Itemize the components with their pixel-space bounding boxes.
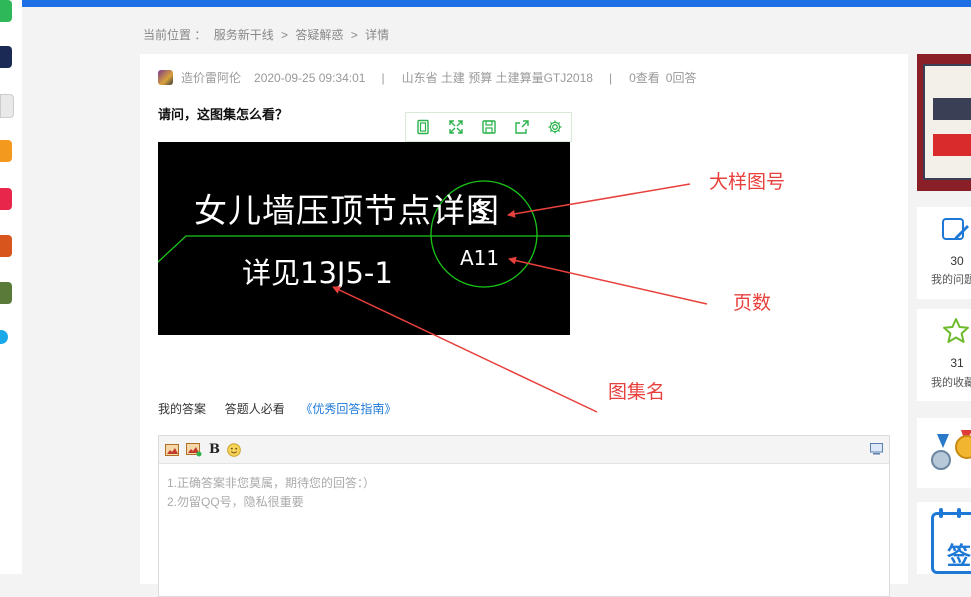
- annotation-page-number: 页数: [733, 293, 772, 314]
- answer-count: 0回答: [665, 71, 697, 85]
- editor-toolbar: B: [159, 436, 889, 464]
- emoji-icon[interactable]: [227, 442, 241, 457]
- cad-text-title: 女儿墙压顶节点详图: [194, 191, 500, 230]
- placeholder-line-1: 1.正确答案非您莫属，期待您的回答：）: [167, 476, 376, 490]
- my-questions-panel[interactable]: 30 我的问题: [917, 207, 971, 299]
- breadcrumb-prefix: 当前位置 ：: [143, 28, 207, 42]
- app-shortcut-2[interactable]: [0, 46, 12, 68]
- author-name[interactable]: 造价雷阿伦: [181, 69, 241, 86]
- medal-icon: [929, 430, 971, 481]
- cad-drawing-image[interactable]: 女儿墙压顶节点详图 详见13J5-1 5 A11: [158, 142, 570, 335]
- breadcrumb-item-service[interactable]: 服务新干线: [214, 28, 274, 42]
- breadcrumb-separator: >: [350, 28, 358, 42]
- sign-in-panel[interactable]: 签: [917, 502, 971, 574]
- meta-divider: |: [608, 70, 613, 85]
- copy-icon[interactable]: [406, 113, 439, 141]
- top-accent-bar: [0, 0, 971, 7]
- breadcrumb-item-detail: 详情: [365, 28, 390, 42]
- app-shortcut-5[interactable]: [0, 188, 12, 210]
- settings-icon[interactable]: [538, 113, 571, 141]
- left-app-strip: [0, 0, 22, 574]
- my-favorites-count: 31: [950, 356, 964, 370]
- question-card: 造价雷阿伦 2020-09-25 09:34:01 | 山东省 土建 预算 土建…: [140, 54, 908, 597]
- my-answer-label: 我的答案: [158, 402, 207, 416]
- insert-image-icon[interactable]: [165, 443, 179, 456]
- edit-icon: [941, 217, 971, 248]
- breadcrumb-separator: >: [281, 28, 289, 42]
- app-shortcut-7[interactable]: [0, 282, 12, 304]
- question-tags: 山东省 土建 预算 土建算量GTJ2018: [401, 71, 593, 85]
- my-favorites-panel[interactable]: 31 我的收藏: [917, 309, 971, 401]
- breadcrumb: 当前位置 ： 服务新干线 > 答疑解惑 > 详情: [143, 26, 393, 43]
- placeholder-line-2: 2.勿留QQ号，隐私很重要: [167, 495, 304, 509]
- sign-in-char: 签: [947, 543, 971, 570]
- insert-picture-icon[interactable]: [186, 442, 202, 457]
- image-toolbar: [405, 112, 572, 142]
- cad-text-page-number: A11: [460, 246, 500, 270]
- cad-text-reference: 详见13J5-1: [242, 256, 393, 290]
- share-icon[interactable]: [505, 113, 538, 141]
- meta-divider: |: [381, 70, 385, 85]
- annotation-atlas-name: 图集名: [608, 382, 666, 403]
- question-meta: 造价雷阿伦 2020-09-25 09:34:01 | 山东省 土建 预算 土建…: [158, 69, 696, 86]
- question-title: 请问，这图集怎么看？: [158, 107, 289, 122]
- app-shortcut-3[interactable]: [0, 94, 14, 118]
- my-questions-label: 我的问题: [931, 274, 971, 286]
- fullscreen-icon[interactable]: [439, 113, 472, 141]
- answer-guide-link[interactable]: 《优秀回答指南》: [300, 402, 396, 416]
- answer-textarea[interactable]: 1.正确答案非您莫属，期待您的回答：） 2.勿留QQ号，隐私很重要: [159, 464, 889, 522]
- app-shortcut-6[interactable]: [0, 235, 12, 257]
- my-questions-count: 30: [950, 254, 964, 268]
- cad-text-detail-number: 5: [471, 198, 489, 229]
- annotation-detail-number: 大样图号: [709, 172, 786, 193]
- answer-editor: B 1.正确答案非您莫属，期待您的回答：） 2.勿留QQ号，隐私很重要: [158, 435, 890, 597]
- answer-bar: 我的答案 答题人必看 《优秀回答指南》: [158, 400, 396, 417]
- ad-banner[interactable]: [917, 54, 971, 191]
- post-datetime: 2020-09-25 09:34:01: [254, 70, 366, 85]
- app-shortcut-4[interactable]: [0, 140, 12, 162]
- author-avatar[interactable]: [158, 70, 173, 85]
- app-shortcut-8[interactable]: [0, 330, 8, 344]
- medals-panel[interactable]: [917, 418, 971, 488]
- app-shortcut-1[interactable]: [0, 0, 12, 22]
- calendar-ring-left: [939, 508, 943, 518]
- view-count: 0查看: [629, 71, 660, 85]
- my-favorites-label: 我的收藏: [931, 377, 971, 389]
- star-icon: [941, 317, 971, 348]
- must-read-label: 答题人必看: [224, 402, 285, 416]
- fullscreen-editor-icon[interactable]: [870, 443, 883, 455]
- save-icon[interactable]: [472, 113, 505, 141]
- calendar-ring-right: [957, 508, 961, 518]
- bold-button[interactable]: B: [209, 442, 220, 457]
- breadcrumb-item-qa[interactable]: 答疑解惑: [295, 28, 343, 42]
